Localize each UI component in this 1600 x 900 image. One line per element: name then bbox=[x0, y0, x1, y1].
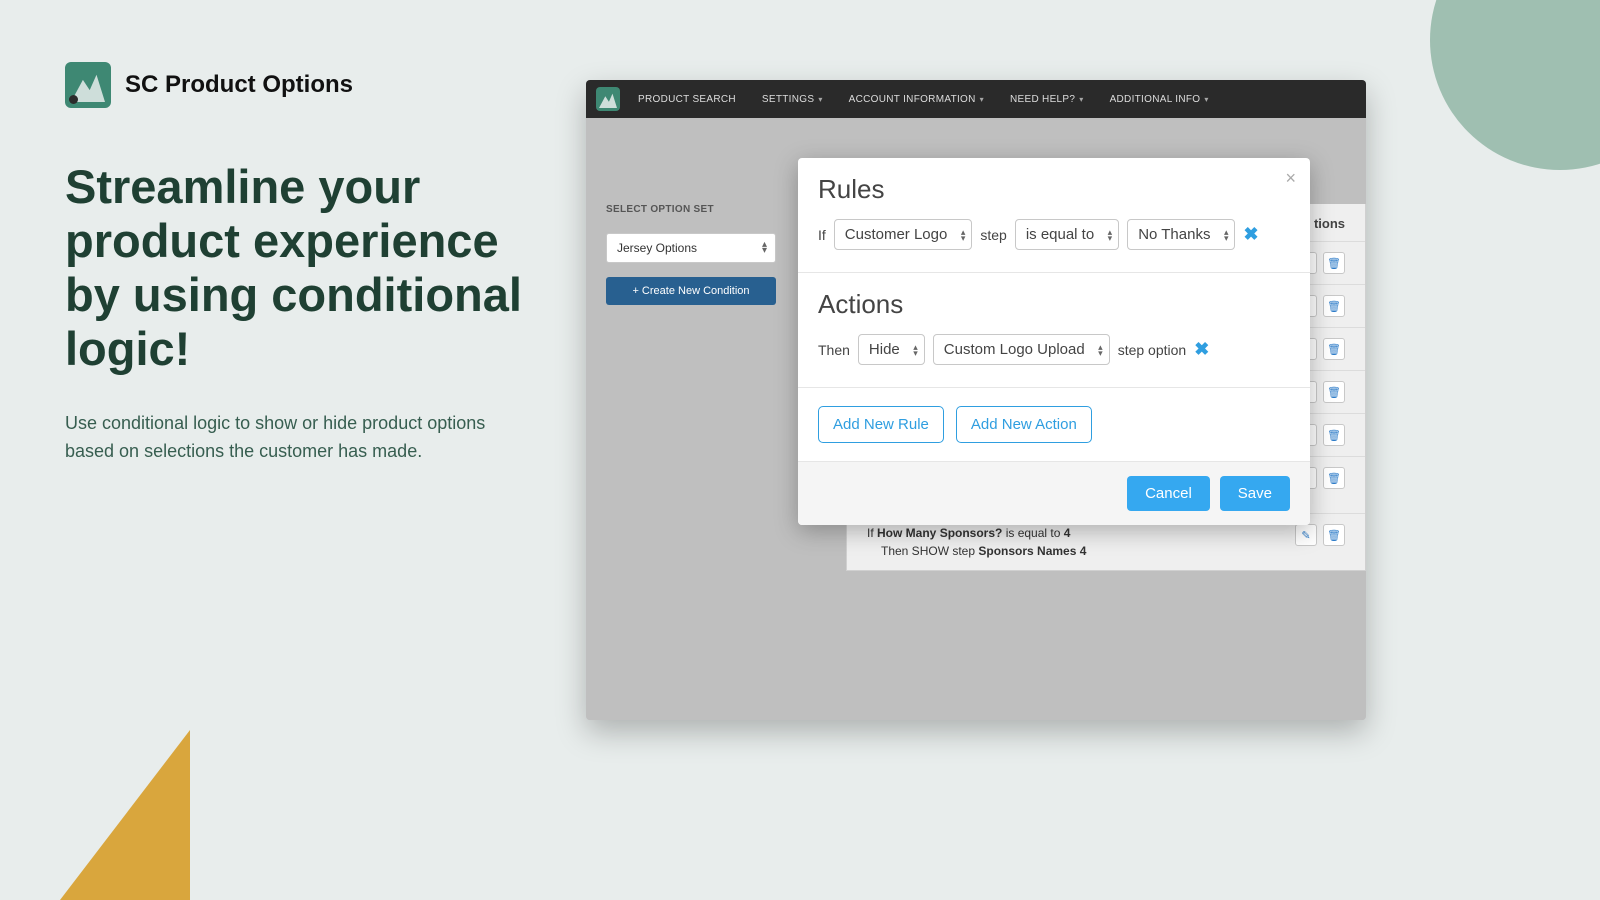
rules-heading: Rules bbox=[818, 174, 1290, 205]
decorative-circle bbox=[1430, 0, 1600, 170]
delete-icon[interactable]: 🗑 bbox=[1323, 295, 1345, 317]
step-option-label: step option bbox=[1118, 342, 1187, 358]
app-navbar: PRODUCT SEARCH SETTINGS▾ ACCOUNT INFORMA… bbox=[586, 80, 1366, 118]
sort-icon: ▴▾ bbox=[961, 229, 966, 241]
actions-heading: Actions bbox=[818, 289, 1290, 320]
delete-icon[interactable]: 🗑 bbox=[1323, 424, 1345, 446]
rule-value-select[interactable]: No Thanks▴▾ bbox=[1127, 219, 1235, 250]
app-window: PRODUCT SEARCH SETTINGS▾ ACCOUNT INFORMA… bbox=[586, 80, 1366, 720]
edit-icon[interactable]: ✎ bbox=[1295, 524, 1317, 546]
close-icon[interactable]: × bbox=[1285, 168, 1296, 189]
chevron-down-icon: ▾ bbox=[1079, 95, 1083, 104]
create-new-condition-button[interactable]: + Create New Condition bbox=[606, 277, 776, 305]
rules-modal: × Rules If Customer Logo▴▾ step is equal… bbox=[798, 158, 1310, 525]
brand-logo-icon bbox=[65, 62, 111, 108]
headline: Streamline your product experience by us… bbox=[65, 160, 535, 376]
marketing-column: SC Product Options Streamline your produ… bbox=[65, 62, 535, 466]
action-type-select[interactable]: Hide▴▾ bbox=[858, 334, 925, 365]
remove-action-icon[interactable]: ✖ bbox=[1194, 339, 1209, 360]
sort-icon: ▴▾ bbox=[1224, 229, 1229, 241]
save-button[interactable]: Save bbox=[1220, 476, 1290, 511]
remove-rule-icon[interactable]: ✖ bbox=[1243, 224, 1258, 245]
action-target-select[interactable]: Custom Logo Upload▴▾ bbox=[933, 334, 1110, 365]
if-label: If bbox=[818, 227, 826, 243]
nav-account-info[interactable]: ACCOUNT INFORMATION▾ bbox=[849, 94, 984, 105]
cancel-button[interactable]: Cancel bbox=[1127, 476, 1210, 511]
conditions-header-action: tions bbox=[1314, 216, 1345, 231]
nav-additional-info[interactable]: ADDITIONAL INFO▾ bbox=[1110, 94, 1209, 105]
add-new-action-button[interactable]: Add New Action bbox=[956, 406, 1092, 443]
sort-icon: ▴▾ bbox=[913, 344, 918, 356]
then-label: Then bbox=[818, 342, 850, 358]
rule-field-select[interactable]: Customer Logo▴▾ bbox=[834, 219, 973, 250]
nav-settings[interactable]: SETTINGS▾ bbox=[762, 94, 823, 105]
delete-icon[interactable]: 🗑 bbox=[1323, 338, 1345, 360]
select-option-set-label: SELECT OPTION SET bbox=[606, 204, 786, 215]
delete-icon[interactable]: 🗑 bbox=[1323, 381, 1345, 403]
subtext: Use conditional logic to show or hide pr… bbox=[65, 410, 535, 466]
step-label: step bbox=[980, 227, 1006, 243]
delete-icon[interactable]: 🗑 bbox=[1323, 252, 1345, 274]
sort-icon: ▴▾ bbox=[1108, 229, 1113, 241]
sort-icon: ▴▾ bbox=[1098, 344, 1103, 356]
option-set-select[interactable]: Jersey Options ▴▾ bbox=[606, 233, 776, 263]
delete-icon[interactable]: 🗑 bbox=[1323, 467, 1345, 489]
brand-title: SC Product Options bbox=[125, 71, 353, 99]
chevron-down-icon: ▾ bbox=[980, 95, 984, 104]
decorative-triangle bbox=[60, 730, 190, 900]
nav-product-search[interactable]: PRODUCT SEARCH bbox=[638, 94, 736, 105]
sort-icon: ▴▾ bbox=[762, 242, 767, 254]
delete-icon[interactable]: 🗑 bbox=[1323, 524, 1345, 546]
chevron-down-icon: ▾ bbox=[818, 95, 822, 104]
nav-need-help[interactable]: NEED HELP?▾ bbox=[1010, 94, 1084, 105]
rule-operator-select[interactable]: is equal to▴▾ bbox=[1015, 219, 1119, 250]
add-new-rule-button[interactable]: Add New Rule bbox=[818, 406, 944, 443]
nav-logo-icon bbox=[596, 87, 620, 111]
chevron-down-icon: ▾ bbox=[1204, 95, 1208, 104]
